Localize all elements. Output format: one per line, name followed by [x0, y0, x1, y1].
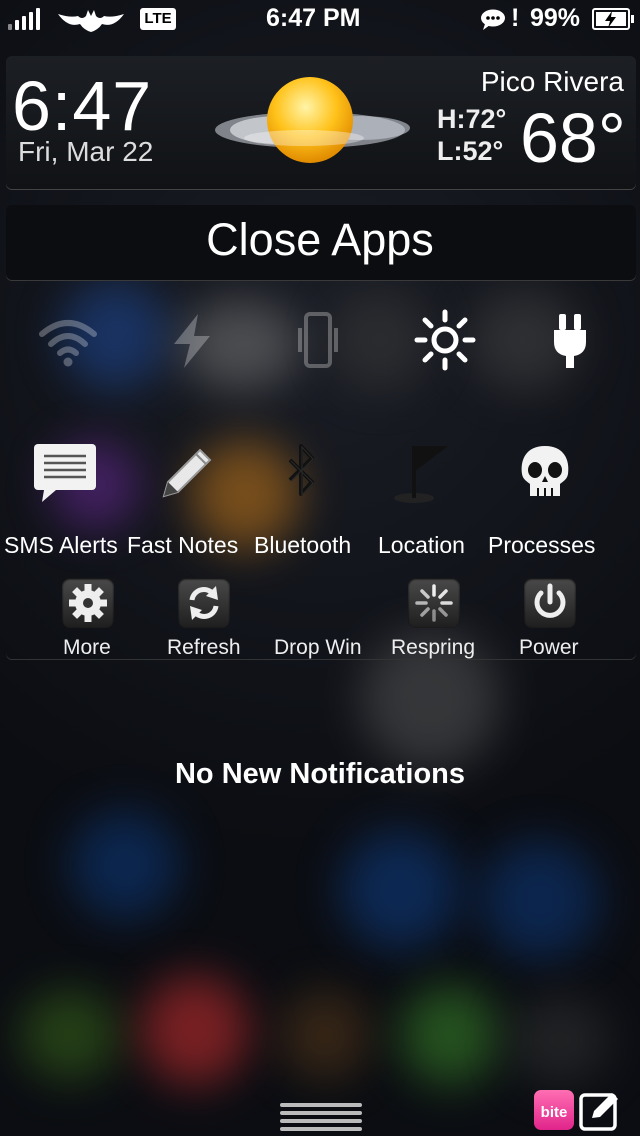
app-label-sms-alerts: SMS Alerts	[4, 532, 118, 558]
status-time: 6:47 PM	[266, 4, 361, 32]
partly-cloudy-sun-icon	[215, 77, 410, 163]
message-icon[interactable]	[32, 440, 98, 506]
batman-logo-icon	[58, 10, 124, 32]
wifi-icon[interactable]	[36, 308, 100, 372]
signal-strength-icon	[8, 8, 48, 30]
app-label-location: Location	[378, 532, 465, 558]
close-apps-label: Close Apps	[206, 214, 434, 265]
battery-icon	[592, 8, 634, 30]
refresh-button[interactable]	[178, 578, 230, 628]
weather-city: Pico Rivera	[480, 66, 624, 97]
alert-indicator: !	[511, 4, 520, 32]
no-notifications-text: No New Notifications	[174, 758, 465, 790]
network-type-badge: LTE	[140, 8, 176, 30]
weather-low: L:52°	[437, 136, 504, 166]
gear-icon	[69, 584, 107, 622]
spinner-icon	[415, 584, 453, 622]
skull-icon[interactable]	[512, 440, 578, 506]
power-plug-icon[interactable]	[538, 308, 602, 372]
bluetooth-icon[interactable]	[268, 440, 334, 506]
weather-high: H:72°	[437, 104, 507, 134]
flag-icon[interactable]	[390, 440, 456, 506]
app-label-bluetooth: Bluetooth	[254, 532, 352, 558]
compose-icon[interactable]	[578, 1090, 622, 1132]
respring-label: Respring	[391, 636, 476, 659]
power-button[interactable]	[524, 578, 576, 628]
drop-win-button[interactable]: Drop Win	[274, 636, 362, 660]
respring-button[interactable]	[408, 578, 460, 628]
battery-percent: 99%	[530, 4, 581, 32]
status-bar: LTE 6:47 PM ! 99%	[0, 0, 640, 40]
more-button[interactable]	[62, 578, 114, 628]
weather-temperature: 68°	[520, 99, 626, 177]
power-icon	[534, 583, 566, 618]
pull-handle-icon[interactable]	[280, 1103, 362, 1136]
pencil-icon[interactable]	[152, 440, 218, 506]
power-label: Power	[519, 636, 579, 659]
refresh-icon	[189, 586, 219, 620]
flash-icon[interactable]	[160, 308, 224, 372]
clock-date: Fri, Mar 22	[18, 136, 154, 167]
clock-time: 6:47	[12, 67, 153, 145]
more-label: More	[63, 636, 111, 659]
bite-sms-button[interactable]: bite	[534, 1090, 574, 1130]
message-bubble-icon	[481, 9, 505, 30]
refresh-label: Refresh	[167, 636, 241, 659]
app-label-processes: Processes	[488, 532, 596, 558]
vibrate-icon[interactable]	[286, 308, 350, 372]
app-label-fast-notes: Fast Notes	[127, 532, 239, 558]
brightness-icon[interactable]	[413, 308, 477, 372]
